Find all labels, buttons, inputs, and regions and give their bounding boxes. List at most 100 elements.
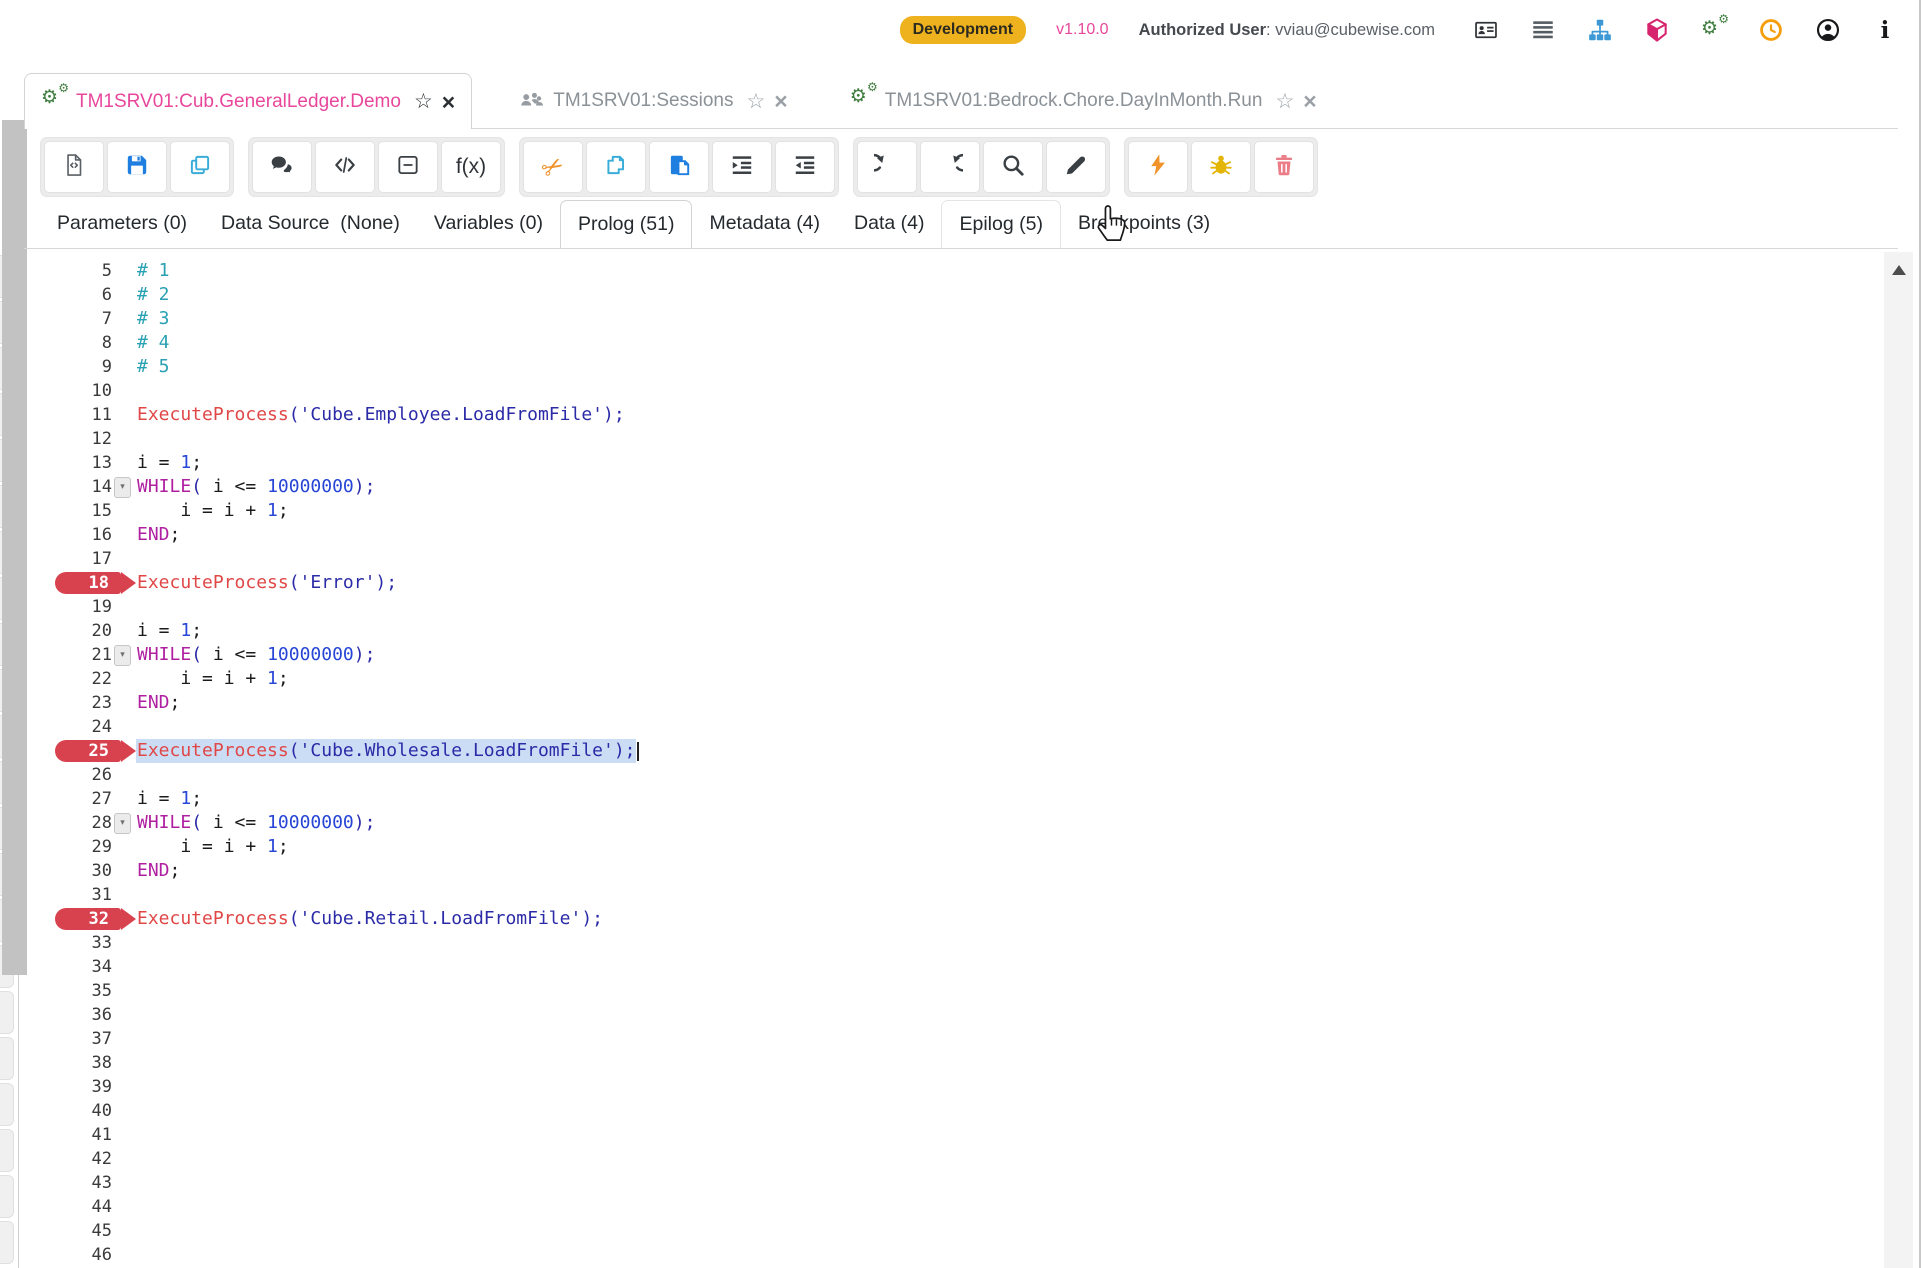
main-tab-3[interactable]: ⚙⚙TM1SRV01:Bedrock.Chore.DayInMonth.Run☆…	[834, 73, 1333, 129]
line-number[interactable]: 44	[20, 1195, 112, 1219]
line-number[interactable]: 37	[20, 1027, 112, 1051]
line-number[interactable]: 8	[20, 331, 112, 355]
line-number[interactable]: 23	[20, 691, 112, 715]
line-number[interactable]: 22	[20, 667, 112, 691]
gears-icon[interactable]: ⚙⚙	[1701, 17, 1727, 43]
code-text[interactable]: ExecuteProcess('Cube.Employee.LoadFromFi…	[136, 403, 625, 427]
close-tab-icon[interactable]: ×	[774, 91, 787, 111]
line-number[interactable]: 14	[20, 475, 112, 499]
line-number[interactable]: 39	[20, 1075, 112, 1099]
favorite-star-icon[interactable]: ☆	[746, 89, 765, 114]
fold-toggle-icon[interactable]: ▾	[114, 477, 131, 498]
debug-button[interactable]	[1191, 141, 1251, 193]
id-card-icon[interactable]	[1473, 17, 1499, 43]
breakpoint-badge[interactable]: 18	[55, 572, 121, 594]
code-text[interactable]: i = i + 1;	[136, 667, 289, 691]
line-number[interactable]: 5	[20, 259, 112, 283]
undo-button[interactable]	[857, 141, 917, 193]
line-number[interactable]: 13	[20, 451, 112, 475]
breakpoint-badge[interactable]: 32	[55, 908, 121, 930]
code-text[interactable]: i = 1;	[136, 619, 202, 643]
line-number[interactable]: 36	[20, 1003, 112, 1027]
sitemap-icon[interactable]	[1587, 17, 1613, 43]
copy-object-button[interactable]	[170, 141, 230, 193]
code-text[interactable]: ExecuteProcess('Cube.Retail.LoadFromFile…	[136, 907, 603, 931]
subtab-metadata-4[interactable]: Metadata (4)	[692, 200, 837, 249]
line-number[interactable]: 30	[20, 859, 112, 883]
close-tab-icon[interactable]: ×	[1303, 91, 1316, 111]
close-tab-icon[interactable]: ×	[442, 92, 455, 112]
code-text[interactable]: # 5	[136, 355, 170, 379]
line-number[interactable]: 38	[20, 1051, 112, 1075]
code-text[interactable]: i = 1;	[136, 451, 202, 475]
line-number[interactable]: 28	[20, 811, 112, 835]
code-editor[interactable]: 5# 16# 27# 38# 49# 51011ExecuteProcess('…	[20, 259, 1880, 1267]
code-text[interactable]: i = 1;	[136, 787, 202, 811]
line-number[interactable]: 15	[20, 499, 112, 523]
code-text[interactable]: ExecuteProcess('Error');	[136, 571, 397, 595]
subtab-epilog-5[interactable]: Epilog (5)	[941, 200, 1060, 249]
line-number[interactable]: 35	[20, 979, 112, 1003]
code-text[interactable]: # 3	[136, 307, 170, 331]
favorite-star-icon[interactable]: ☆	[1275, 89, 1294, 114]
line-number[interactable]: 41	[20, 1123, 112, 1147]
line-number[interactable]: 10	[20, 379, 112, 403]
paste-button[interactable]	[649, 141, 709, 193]
cube-icon[interactable]	[1644, 17, 1670, 43]
fold-toggle-icon[interactable]: ▾	[114, 645, 131, 666]
line-number[interactable]: 9	[20, 355, 112, 379]
code-text[interactable]: i = i + 1;	[136, 499, 289, 523]
collapse-button[interactable]	[378, 141, 438, 193]
line-number[interactable]: 34	[20, 955, 112, 979]
subtab-prolog-51[interactable]: Prolog (51)	[560, 200, 692, 249]
code-text[interactable]: i = i + 1;	[136, 835, 289, 859]
line-number[interactable]: 6	[20, 283, 112, 307]
editor-scrollbar[interactable]	[1884, 252, 1913, 1268]
line-number[interactable]: 33	[20, 931, 112, 955]
scrollbar-up-arrow-icon[interactable]	[1892, 265, 1906, 275]
copy-button[interactable]	[586, 141, 646, 193]
main-tab-2[interactable]: TM1SRV01:Sessions☆×	[502, 73, 804, 129]
info-icon[interactable]: i	[1872, 17, 1898, 43]
code-text[interactable]: WHILE( i <= 10000000);	[136, 643, 375, 667]
line-number[interactable]: 45	[20, 1219, 112, 1243]
delete-button[interactable]	[1254, 141, 1314, 193]
line-number[interactable]: 19	[20, 595, 112, 619]
subtab-data-source-none[interactable]: Data Source (None)	[204, 200, 417, 249]
line-number[interactable]: 17	[20, 547, 112, 571]
main-tab-1[interactable]: ⚙⚙TM1SRV01:Cub.GeneralLedger.Demo☆×	[24, 73, 472, 129]
search-button[interactable]	[983, 141, 1043, 193]
comment-button[interactable]	[252, 141, 312, 193]
line-number[interactable]: 7	[20, 307, 112, 331]
line-number[interactable]: 24	[20, 715, 112, 739]
save-button[interactable]	[107, 141, 167, 193]
line-number[interactable]: 26	[20, 763, 112, 787]
line-number[interactable]: 16	[20, 523, 112, 547]
code-text[interactable]: WHILE( i <= 10000000);	[136, 811, 375, 835]
subtab-parameters-0[interactable]: Parameters (0)	[40, 200, 204, 249]
subtab-breakpoints-3[interactable]: Breakpoints (3)	[1061, 200, 1227, 249]
function-button[interactable]: f(x)	[441, 141, 501, 193]
cut-button[interactable]: ✂	[523, 141, 583, 193]
code-button[interactable]	[315, 141, 375, 193]
code-text[interactable]: END;	[136, 859, 180, 883]
redo-button[interactable]	[920, 141, 980, 193]
outdent-button[interactable]	[775, 141, 835, 193]
view-source-button[interactable]	[44, 141, 104, 193]
line-number[interactable]: 12	[20, 427, 112, 451]
line-number[interactable]: 27	[20, 787, 112, 811]
line-number[interactable]: 21	[20, 643, 112, 667]
favorite-star-icon[interactable]: ☆	[414, 89, 433, 114]
edit-button[interactable]	[1046, 141, 1106, 193]
code-text[interactable]: # 4	[136, 331, 170, 355]
code-text[interactable]: # 2	[136, 283, 170, 307]
code-text[interactable]: END;	[136, 523, 180, 547]
list-icon[interactable]	[1530, 17, 1556, 43]
code-text[interactable]: # 1	[136, 259, 170, 283]
breakpoint-badge[interactable]: 25	[55, 740, 121, 762]
run-button[interactable]	[1128, 141, 1188, 193]
line-number[interactable]: 29	[20, 835, 112, 859]
line-number[interactable]: 42	[20, 1147, 112, 1171]
line-number[interactable]: 31	[20, 883, 112, 907]
subtab-variables-0[interactable]: Variables (0)	[417, 200, 560, 249]
